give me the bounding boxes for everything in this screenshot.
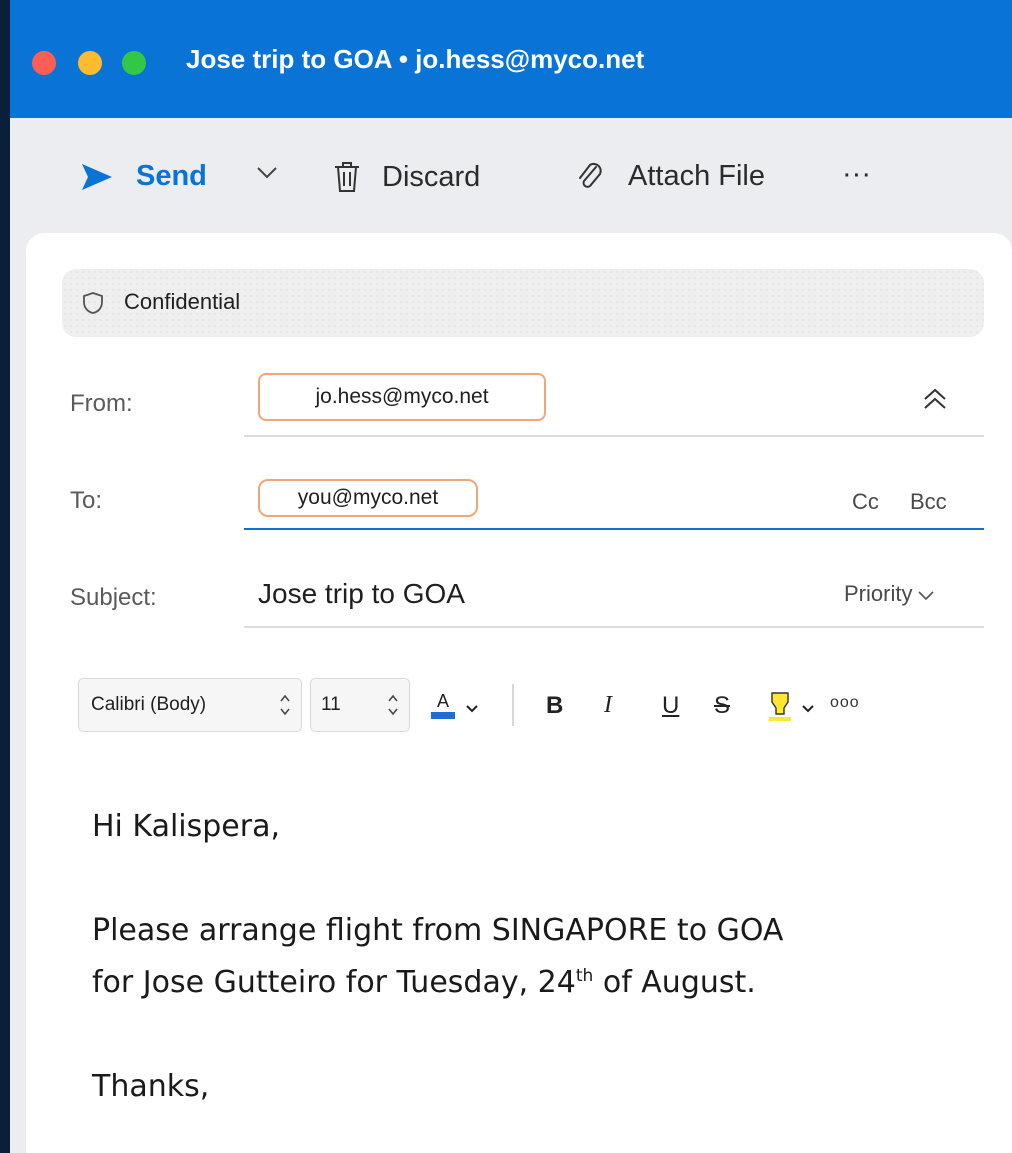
priority-dropdown[interactable]: Priority bbox=[844, 581, 935, 607]
body-line: for Jose Gutteiro for Tuesday, 24th of A… bbox=[92, 965, 756, 1001]
trash-icon bbox=[332, 160, 362, 194]
body-text-part: for Jose Gutteiro for Tuesday, 24 bbox=[92, 965, 576, 1000]
minimize-window-button[interactable] bbox=[78, 51, 102, 75]
send-label: Send bbox=[136, 160, 207, 192]
desktop-background bbox=[0, 0, 10, 1153]
highlight-dropdown[interactable] bbox=[802, 700, 814, 718]
shield-icon bbox=[82, 291, 104, 320]
recipient-pill[interactable]: you@myco.net bbox=[258, 479, 478, 517]
underline-button[interactable]: U bbox=[662, 692, 679, 720]
more-formatting-button[interactable]: ooo bbox=[830, 694, 860, 712]
chevron-down-icon bbox=[466, 700, 478, 717]
from-divider bbox=[244, 435, 984, 437]
subject-input[interactable]: Jose trip to GOA bbox=[258, 578, 465, 610]
subject-divider bbox=[244, 626, 984, 628]
compose-toolbar: Send Discard Attach File ··· bbox=[10, 118, 1012, 233]
zoom-window-button[interactable] bbox=[122, 51, 146, 75]
discard-label: Discard bbox=[382, 160, 481, 193]
font-size-select[interactable]: 11 bbox=[310, 678, 410, 732]
discard-button[interactable]: Discard bbox=[332, 160, 480, 194]
to-field-underline[interactable] bbox=[244, 528, 984, 530]
highlighter-icon bbox=[766, 692, 794, 726]
send-options-dropdown[interactable] bbox=[256, 166, 278, 180]
chevron-down-icon bbox=[802, 700, 814, 717]
close-window-button[interactable] bbox=[32, 51, 56, 75]
to-label: To: bbox=[70, 487, 103, 514]
attach-file-label: Attach File bbox=[628, 160, 765, 192]
from-label: From: bbox=[70, 390, 133, 417]
cc-button[interactable]: Cc bbox=[852, 489, 879, 515]
highlight-button[interactable] bbox=[766, 690, 794, 727]
paperclip-icon bbox=[576, 161, 604, 193]
double-chevron-up-icon bbox=[922, 388, 948, 415]
font-size-value: 11 bbox=[321, 694, 341, 715]
chevron-down-icon bbox=[256, 166, 278, 180]
from-address: jo.hess@myco.net bbox=[315, 385, 489, 408]
body-line: Please arrange flight from SINGAPORE to … bbox=[92, 913, 784, 948]
more-icon: ··· bbox=[842, 158, 871, 190]
bcc-button[interactable]: Bcc bbox=[910, 489, 947, 515]
toolbar-divider bbox=[512, 684, 514, 726]
subject-label: Subject: bbox=[70, 584, 157, 611]
compose-window: Jose trip to GOA • jo.hess@myco.net Send bbox=[10, 0, 1012, 1153]
sensitivity-label-bar[interactable]: Confidential bbox=[62, 269, 984, 337]
font-color-button[interactable]: A bbox=[428, 688, 458, 727]
body-text-part: of August. bbox=[593, 965, 756, 1000]
attach-file-button[interactable]: Attach File bbox=[576, 160, 765, 193]
compose-form: Confidential From: jo.hess@myco.net To: … bbox=[26, 233, 1012, 1153]
send-button[interactable]: Send bbox=[80, 160, 207, 193]
stepper-icon bbox=[387, 692, 399, 724]
from-address-pill[interactable]: jo.hess@myco.net bbox=[258, 373, 546, 421]
font-color-icon: A bbox=[428, 691, 458, 726]
bold-button[interactable]: B bbox=[546, 692, 563, 720]
font-color-dropdown[interactable] bbox=[466, 700, 478, 718]
body-closing: Thanks, bbox=[92, 1069, 210, 1104]
font-name-value: Calibri (Body) bbox=[91, 694, 207, 715]
more-options-button[interactable]: ··· bbox=[842, 158, 871, 191]
collapse-header-button[interactable] bbox=[922, 387, 948, 416]
italic-button[interactable]: I bbox=[604, 692, 612, 719]
font-name-select[interactable]: Calibri (Body) bbox=[78, 678, 302, 732]
svg-text:A: A bbox=[437, 691, 449, 711]
sensitivity-label: Confidential bbox=[124, 289, 241, 314]
stepper-icon bbox=[279, 692, 291, 724]
title-bar: Jose trip to GOA • jo.hess@myco.net bbox=[10, 0, 1012, 118]
recipient-address: you@myco.net bbox=[297, 486, 439, 509]
window-title: Jose trip to GOA • jo.hess@myco.net bbox=[186, 44, 645, 74]
strikethrough-button[interactable]: S bbox=[714, 692, 730, 720]
ordinal-suffix: th bbox=[575, 966, 594, 986]
chevron-down-icon bbox=[918, 581, 935, 607]
send-icon bbox=[80, 162, 114, 192]
body-greeting: Hi Kalispera, bbox=[92, 809, 281, 844]
priority-label: Priority bbox=[844, 581, 913, 606]
